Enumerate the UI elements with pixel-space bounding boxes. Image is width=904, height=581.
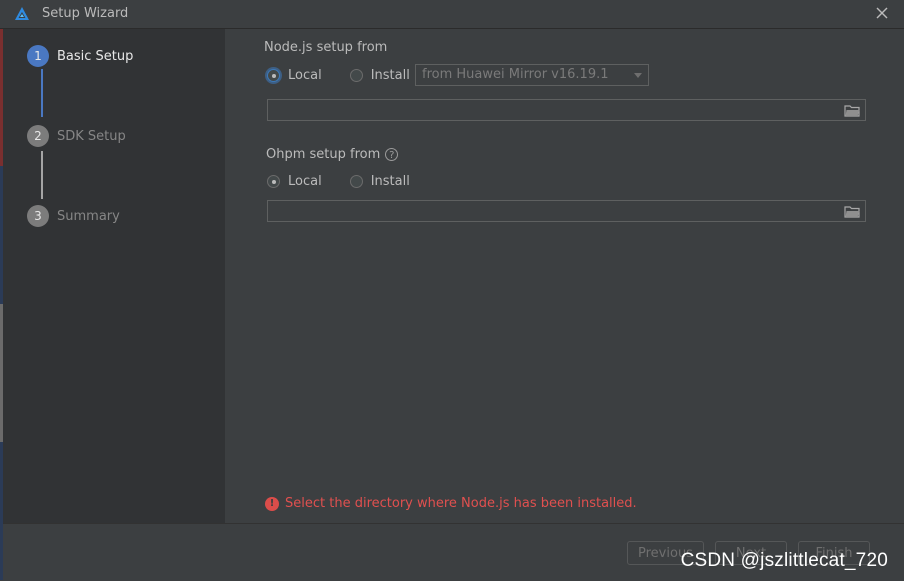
step-connector	[41, 151, 43, 199]
step-basic-setup[interactable]: 1 Basic Setup	[27, 45, 133, 67]
nodejs-source-options: Local Install	[267, 68, 438, 83]
nodejs-setup-label: Node.js setup from	[264, 40, 388, 55]
basic-setup-panel: Node.js setup from Local Install from Hu…	[225, 29, 904, 523]
ohpm-local-radio[interactable]	[267, 175, 280, 188]
ohpm-install-radio[interactable]	[349, 175, 363, 188]
nodejs-mirror-value: from Huawei Mirror v16.19.1	[422, 67, 609, 82]
step-sdk-setup[interactable]: 2 SDK Setup	[27, 125, 126, 147]
chevron-down-icon	[634, 73, 642, 78]
nodejs-path-field[interactable]	[267, 99, 866, 121]
ohpm-local-label[interactable]: Local	[288, 174, 322, 189]
ohpm-path-field[interactable]	[267, 200, 866, 222]
step-summary[interactable]: 3 Summary	[27, 205, 120, 227]
deveco-logo-icon	[15, 7, 29, 20]
nodejs-mirror-select[interactable]: from Huawei Mirror v16.19.1	[415, 64, 649, 86]
step-number-badge: 1	[27, 45, 49, 67]
error-icon: !	[265, 496, 279, 511]
step-number-badge: 2	[27, 125, 49, 147]
step-label: Basic Setup	[57, 48, 134, 64]
ohpm-setup-label: Ohpm setup from?	[266, 147, 399, 162]
setup-wizard-window: Setup Wizard 1 Basic Setup 2 SDK Setup 3…	[0, 0, 904, 581]
step-label: Summary	[57, 208, 120, 224]
ohpm-setup-label-text: Ohpm setup from	[266, 147, 381, 162]
ohpm-source-options: Local Install	[267, 174, 438, 189]
step-label: SDK Setup	[57, 128, 126, 144]
title-bar: Setup Wizard	[0, 0, 904, 29]
wizard-steps-sidebar: 1 Basic Setup 2 SDK Setup 3 Summary	[3, 29, 225, 523]
csdn-watermark: CSDN @jszlittlecat_720	[680, 550, 888, 571]
nodejs-local-radio[interactable]	[267, 69, 280, 82]
folder-open-icon[interactable]	[844, 205, 860, 218]
window-title: Setup Wizard	[42, 6, 129, 21]
error-message: Select the directory where Node.js has b…	[285, 496, 637, 511]
nodejs-install-label[interactable]: Install	[371, 68, 410, 83]
step-number-badge: 3	[27, 205, 49, 227]
help-icon[interactable]: ?	[385, 148, 399, 161]
nodejs-local-label[interactable]: Local	[288, 68, 322, 83]
nodejs-install-radio[interactable]	[349, 69, 363, 82]
close-icon[interactable]	[874, 5, 890, 21]
step-connector	[41, 69, 43, 117]
validation-error: ! Select the directory where Node.js has…	[265, 496, 637, 511]
ohpm-install-label[interactable]: Install	[371, 174, 410, 189]
folder-open-icon[interactable]	[844, 104, 860, 117]
